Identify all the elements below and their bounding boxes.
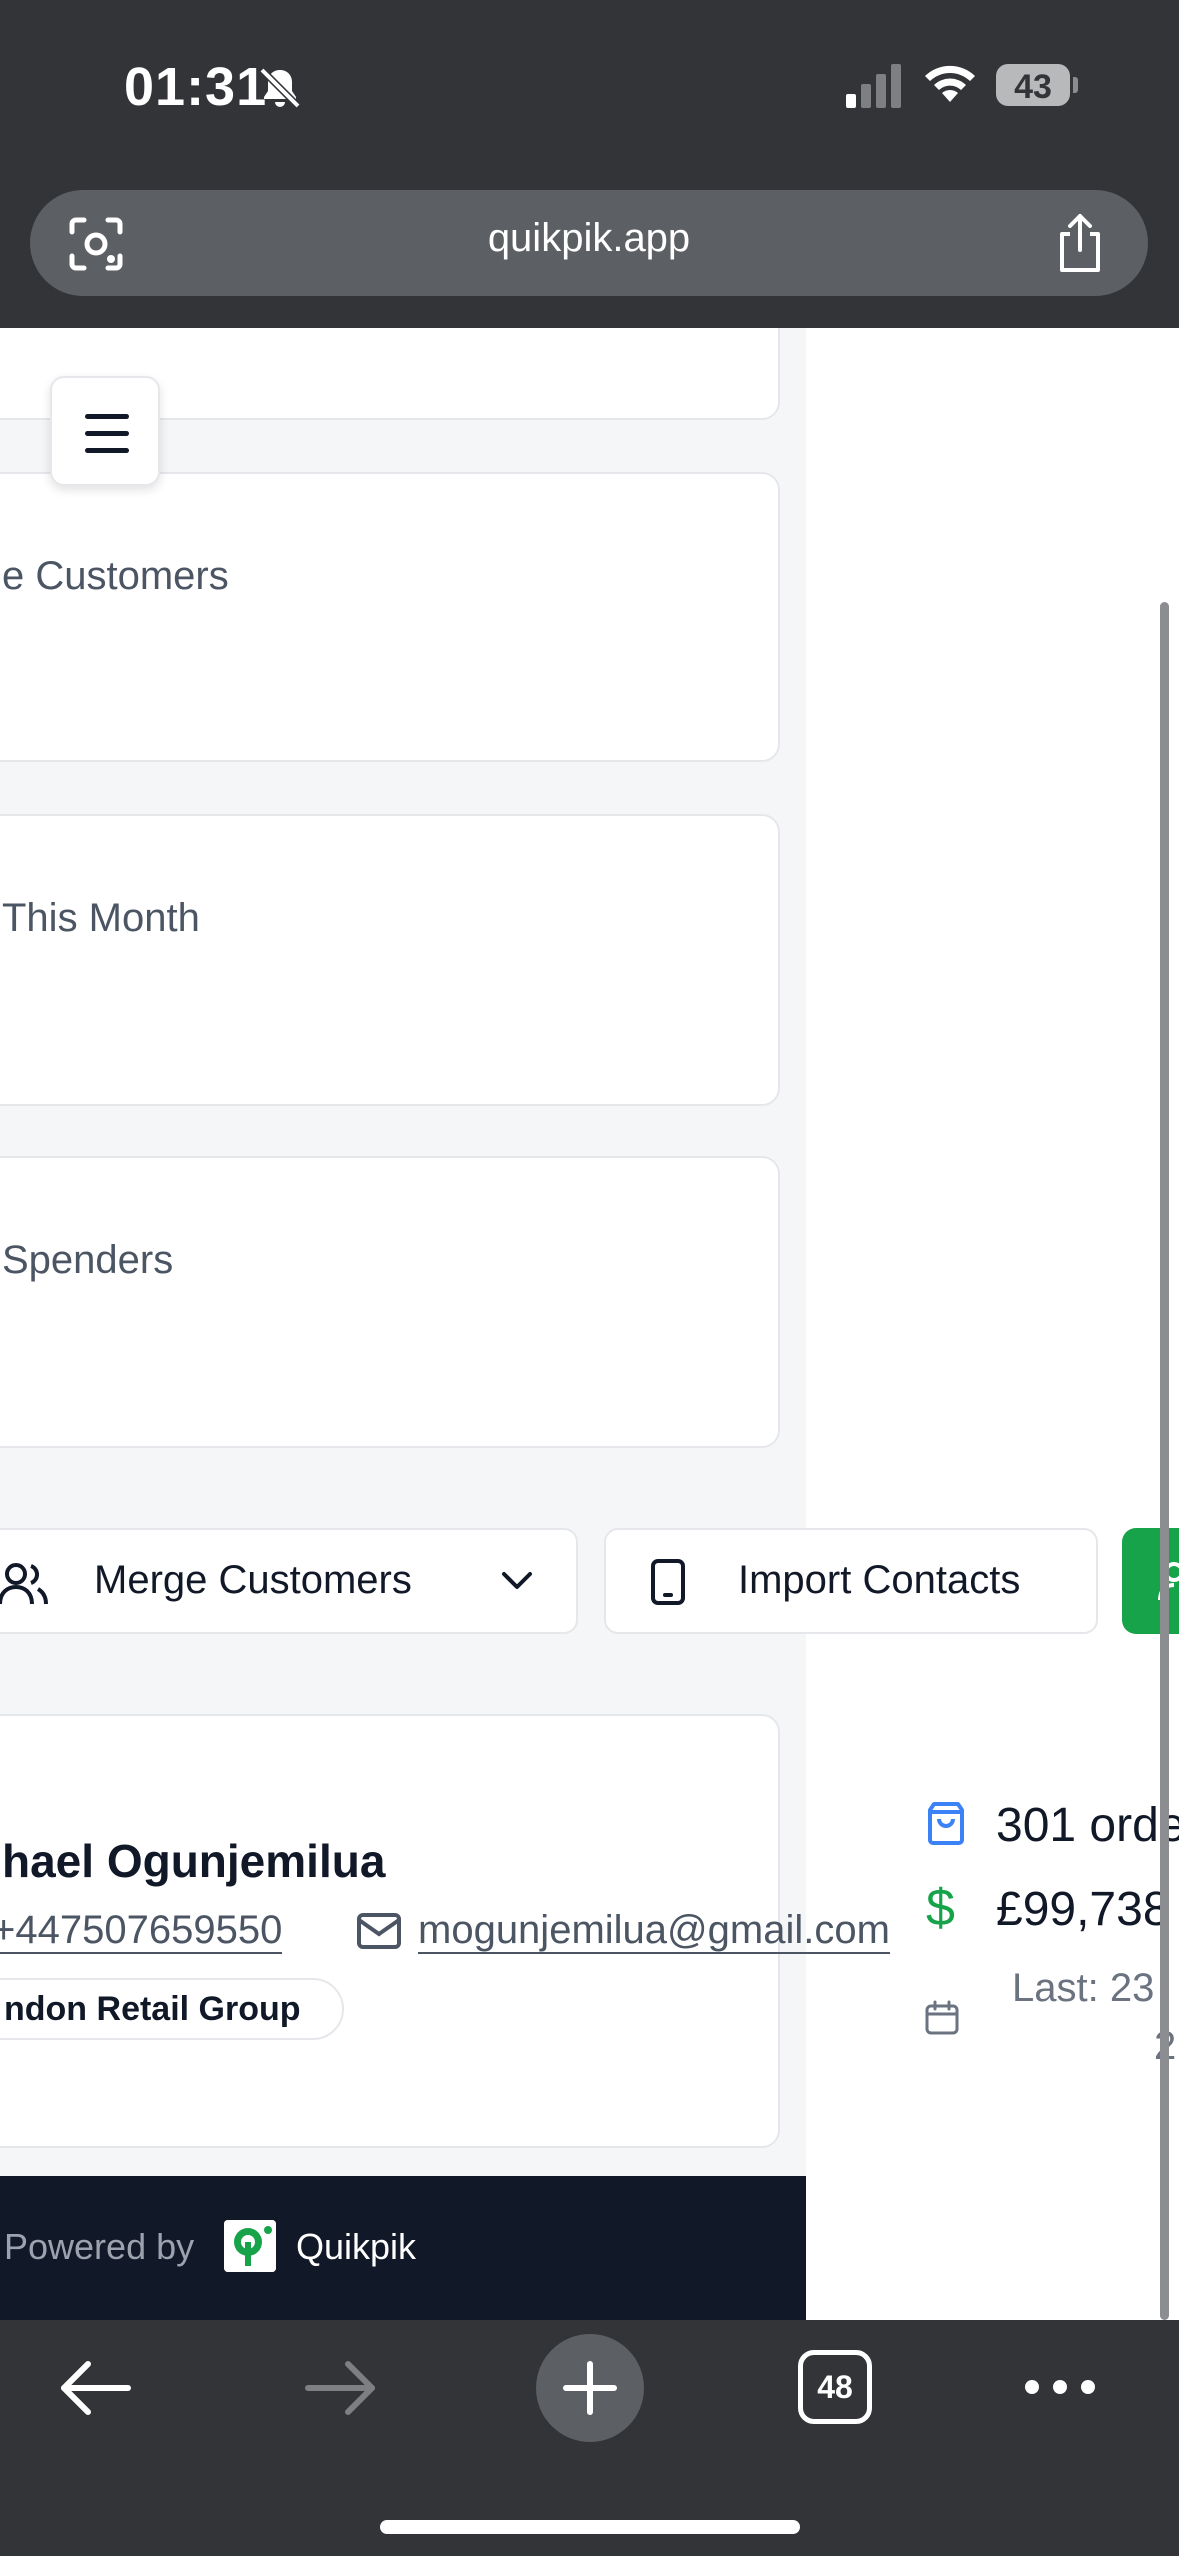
page-content: e Customers This Month Spenders hael Ogu… — [0, 328, 1179, 2320]
tab-switcher-button[interactable]: 48 — [798, 2350, 872, 2424]
quikpik-logo — [224, 2220, 276, 2272]
mail-icon — [357, 1913, 401, 1949]
merge-customers-label[interactable]: Merge Customers — [94, 1558, 412, 1603]
users-icon — [0, 1563, 48, 1605]
url-text[interactable]: quikpik.app — [30, 216, 1148, 261]
customer-orders: 301 orde — [996, 1799, 1179, 1852]
calendar-icon — [925, 2000, 959, 2035]
battery-indicator: 43 — [996, 64, 1078, 110]
forward-arrow-icon[interactable] — [302, 2356, 378, 2420]
menu-button[interactable] — [50, 376, 160, 486]
stat-card-spenders: Spenders — [0, 1156, 780, 1448]
address-bar[interactable]: quikpik.app — [30, 190, 1148, 296]
share-icon[interactable] — [1050, 212, 1110, 274]
tab-count[interactable]: 48 — [803, 2369, 867, 2406]
footer-brand: Quikpik — [296, 2226, 417, 2267]
customer-email-link[interactable]: mogunjemilua@gmail.com — [418, 1908, 890, 1954]
powered-by-text: Powered by — [4, 2226, 195, 2267]
cellular-signal-icon — [846, 64, 901, 108]
stat-card-customers: e Customers — [0, 472, 780, 762]
chevron-down-icon — [502, 1572, 532, 1589]
footer: Powered by Quikpik — [0, 2176, 806, 2320]
phone-icon — [651, 1559, 685, 1605]
customer-group-badge: ndon Retail Group — [0, 1978, 344, 2040]
add-customer-button[interactable] — [1122, 1528, 1179, 1634]
stat-card-label: e Customers — [2, 554, 229, 598]
plus-icon — [563, 2361, 617, 2415]
main-column: e Customers This Month Spenders hael Ogu… — [0, 328, 890, 2320]
home-indicator — [380, 2520, 800, 2534]
customer-name[interactable]: hael Ogunjemilua — [2, 1834, 385, 1888]
shopping-bag-icon — [928, 1802, 964, 1845]
back-arrow-icon[interactable] — [58, 2356, 134, 2420]
customer-spent: £99,738 — [996, 1883, 1170, 1936]
customer-last-order: Last: 23 — [1012, 1966, 1155, 2010]
new-tab-button[interactable] — [536, 2334, 644, 2442]
customer-card[interactable]: hael Ogunjemilua +447507659550 mogunjemi… — [0, 1714, 890, 2148]
bell-muted-icon — [259, 67, 301, 109]
wifi-icon — [925, 65, 975, 102]
customer-phone-link[interactable]: +447507659550 — [0, 1908, 283, 1954]
dollar-icon: $ — [926, 1879, 955, 1937]
browser-bottom-toolbar: 48 — [0, 2320, 1179, 2556]
status-time: 01:31 — [124, 57, 268, 117]
stat-card-this-month: This Month — [0, 814, 780, 1106]
merge-customers-button[interactable]: Merge Customers — [0, 1528, 578, 1634]
more-options-icon[interactable] — [1022, 2376, 1098, 2398]
import-contacts-label[interactable]: Import Contacts — [738, 1558, 1020, 1603]
stat-card-label: Spenders — [2, 1238, 174, 1282]
browser-top-chrome: 01:31 43 quikpik.app — [0, 0, 1179, 328]
page-scrollbar[interactable] — [1160, 602, 1169, 2320]
stat-card-label: This Month — [2, 896, 200, 940]
import-contacts-button[interactable]: Import Contacts — [604, 1528, 1098, 1634]
